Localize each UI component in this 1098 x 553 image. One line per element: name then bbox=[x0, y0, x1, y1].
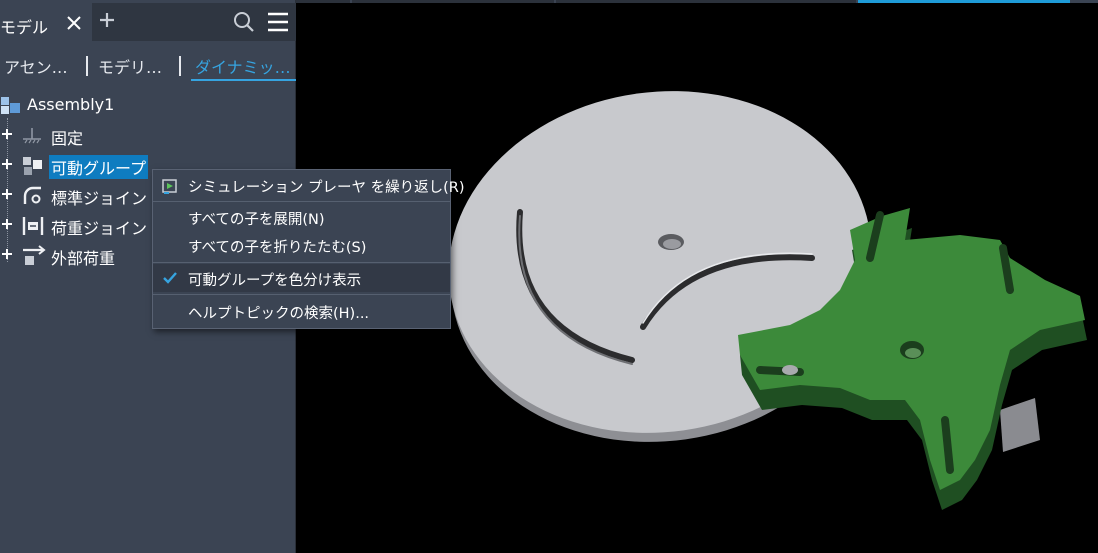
check-icon bbox=[163, 272, 177, 284]
menu-item-color-mobile-groups[interactable]: 可動グループを色分け表示 bbox=[153, 264, 450, 292]
menu-item-label: すべての子を折りたたむ(S) bbox=[188, 240, 367, 256]
close-icon[interactable] bbox=[65, 14, 83, 32]
ground-icon bbox=[23, 128, 41, 144]
menu-separator bbox=[153, 294, 450, 295]
mobile-group-icon bbox=[23, 157, 42, 175]
tree-item-label: 可動グループ bbox=[49, 155, 149, 179]
tree-item-label: 荷重ジョイン bbox=[51, 219, 148, 238]
expand-icon[interactable] bbox=[1, 158, 13, 170]
tree-item-label: Assembly1 bbox=[27, 95, 115, 114]
tab-separator bbox=[179, 56, 181, 76]
panel-title: モデル bbox=[0, 18, 49, 37]
expand-icon[interactable] bbox=[1, 248, 13, 260]
add-panel-icon[interactable] bbox=[98, 11, 116, 29]
expand-icon[interactable] bbox=[1, 128, 13, 140]
tree-item-label: 固定 bbox=[51, 129, 84, 148]
menu-item-expand-all-children[interactable]: すべての子を展開(N) bbox=[153, 203, 450, 231]
menu-separator bbox=[153, 262, 450, 263]
menu-item-label: すべての子を展開(N) bbox=[188, 212, 325, 228]
menu-item-search-help-topics[interactable]: ヘルプトピックの検索(H)... bbox=[153, 297, 450, 325]
external-load-icon bbox=[23, 245, 46, 265]
tree-item-label: 外部荷重 bbox=[51, 249, 116, 268]
green-part-slot-bottom bbox=[941, 416, 954, 474]
disk-center-hole-inner bbox=[663, 239, 681, 249]
simulation-player-icon bbox=[162, 179, 177, 194]
green-part-center-hole-inner bbox=[905, 348, 921, 358]
tree-item-label: 標準ジョイン bbox=[51, 189, 148, 208]
green-part-small-hole bbox=[782, 365, 798, 375]
standard-joint-icon bbox=[23, 186, 41, 204]
search-icon[interactable] bbox=[233, 11, 255, 33]
expand-icon[interactable] bbox=[1, 218, 13, 230]
tab-assembly[interactable]: アセン… bbox=[4, 54, 68, 78]
expand-icon[interactable] bbox=[1, 188, 13, 200]
panel-title-tab[interactable]: モデル bbox=[0, 3, 92, 41]
menu-item-label: 可動グループを色分け表示 bbox=[188, 273, 362, 289]
menu-item-collapse-all-children[interactable]: すべての子を折りたたむ(S) bbox=[153, 231, 450, 259]
menu-item-repeat-simulation-player[interactable]: シミュレーション プレーヤ を繰り返し(R) bbox=[153, 171, 465, 199]
tab-dynamic[interactable]: ダイナミッ… bbox=[195, 54, 291, 78]
tab-modeling[interactable]: モデリ… bbox=[98, 54, 162, 78]
menu-item-label: シミュレーション プレーヤ を繰り返し(R) bbox=[188, 180, 465, 196]
tree-item-ground[interactable]: 固定 bbox=[0, 121, 296, 149]
menu-item-label: ヘルプトピックの検索(H)... bbox=[188, 306, 370, 322]
context-menu: シミュレーション プレーヤ を繰り返し(R) すべての子を展開(N) すべての子… bbox=[152, 169, 465, 329]
hamburger-menu-icon[interactable] bbox=[266, 11, 290, 33]
assembly-icon bbox=[1, 97, 20, 114]
force-joint-icon bbox=[22, 217, 44, 235]
tab-separator bbox=[86, 56, 88, 76]
menu-separator bbox=[153, 201, 450, 202]
active-tab-underline bbox=[191, 79, 296, 81]
browser-tab-row: アセン… モデリ… ダイナミッ… bbox=[0, 44, 296, 84]
tree-root-assembly[interactable]: Assembly1 bbox=[0, 91, 296, 119]
